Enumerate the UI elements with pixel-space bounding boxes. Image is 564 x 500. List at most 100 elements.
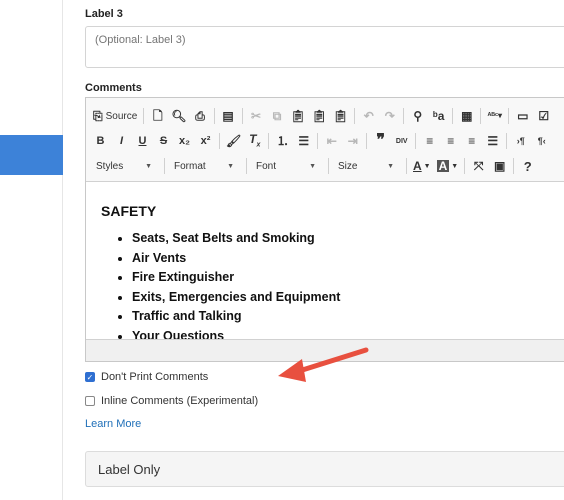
cut-button[interactable]: ✂: [246, 106, 267, 126]
bulleted-list-button[interactable]: ☰: [293, 131, 314, 151]
content-heading: SAFETY: [101, 203, 157, 219]
undo-icon: ↶: [363, 109, 374, 123]
remove-format-button[interactable]: Tx: [244, 131, 265, 151]
align-center-button[interactable]: ≡: [440, 131, 461, 151]
toolbar-row-3: Styles ▼ Format ▼ Font ▼ Size ▼ A ▼ A ▼ ⤧ ▣ ?: [90, 154, 538, 178]
ltr-button[interactable]: ›¶: [510, 131, 531, 151]
templates-icon: ▤: [222, 109, 234, 123]
strikethrough-button[interactable]: S: [153, 131, 174, 151]
new-page-button[interactable]: 🗋: [147, 106, 168, 126]
superscript-button[interactable]: x²: [195, 131, 216, 151]
redo-icon: ↷: [384, 109, 395, 123]
bold-button[interactable]: B: [90, 131, 111, 151]
inline-comments-label: Inline Comments (Experimental): [101, 395, 259, 407]
comments-title: Comments: [85, 82, 142, 94]
show-blocks-button[interactable]: ▣: [489, 156, 510, 176]
toolbar-separator: [219, 133, 220, 149]
size-dropdown[interactable]: Size ▼: [332, 156, 400, 176]
dont-print-checkbox[interactable]: ✓: [85, 372, 95, 382]
inline-comments-checkbox[interactable]: [85, 396, 95, 406]
maximize-button[interactable]: ⤧: [468, 156, 489, 176]
toolbar-separator: [246, 158, 247, 174]
outdent-button[interactable]: ⇤: [321, 131, 342, 151]
label-only-section[interactable]: Label Only: [85, 451, 564, 487]
align-center-icon: ≡: [447, 134, 455, 148]
toolbar-separator: [268, 133, 270, 149]
replace-button[interactable]: ᵇa: [428, 106, 449, 126]
subscript-button[interactable]: x₂: [174, 131, 195, 151]
quote-icon: ❞: [376, 132, 386, 149]
align-right-button[interactable]: ≡: [461, 131, 482, 151]
print-button[interactable]: ⎙: [190, 106, 211, 126]
source-button[interactable]: ⎘ Source: [90, 106, 140, 126]
preview-button[interactable]: 🔍︎: [168, 106, 189, 126]
sidebar-active-item[interactable]: [0, 135, 63, 175]
source-label: Source: [105, 110, 138, 122]
checkbox-icon: ☑: [538, 109, 550, 123]
align-left-button[interactable]: ≡: [419, 131, 440, 151]
spellcheck-icon: ᴬᴮᶜ▾: [487, 111, 503, 120]
undo-button[interactable]: ↶: [358, 106, 379, 126]
div-button[interactable]: DIV: [391, 131, 412, 151]
numbered-list-icon: ⒈: [276, 134, 289, 148]
editor-content[interactable]: SAFETY Seats, Seat Belts and Smoking Air…: [86, 183, 564, 339]
dont-print-label: Don't Print Comments: [101, 371, 209, 383]
font-label: Font: [256, 160, 277, 172]
redo-button[interactable]: ↷: [379, 106, 400, 126]
blockquote-button[interactable]: ❞: [370, 131, 391, 151]
toolbar-separator: [213, 108, 215, 124]
copy-icon: ⧉: [272, 109, 282, 123]
div-icon: DIV: [395, 137, 408, 145]
cut-icon: ✂: [251, 109, 262, 123]
list-item: Seats, Seat Belts and Smoking: [132, 229, 559, 249]
rich-text-editor: ⎘Source 🗋 🔍︎ ⎙ ▤ ✂ ⧉ 📋︎ 📋︎ 📋︎ ↶ ↷ ⚲ ᵇa: [85, 97, 564, 362]
copy-format-button[interactable]: 🖌︎: [223, 131, 244, 151]
label3-input[interactable]: [85, 26, 564, 68]
select-all-button[interactable]: ▦: [456, 106, 477, 126]
justify-button[interactable]: ☰: [482, 131, 503, 151]
bg-color-button[interactable]: A ▼: [434, 156, 462, 176]
text-color-button[interactable]: A ▼: [410, 156, 434, 176]
toolbar-separator: [366, 133, 368, 149]
list-item: Fire Extinguisher: [132, 268, 559, 288]
rtl-button[interactable]: ¶‹: [531, 131, 552, 151]
dont-print-comments-option[interactable]: ✓ Don't Print Comments: [85, 371, 208, 383]
paste-text-icon: 📋︎: [311, 109, 327, 123]
paste-text-button[interactable]: 📋︎: [309, 106, 330, 126]
learn-more-link[interactable]: Learn More: [85, 418, 141, 430]
paste-word-button[interactable]: 📋︎: [330, 106, 351, 126]
align-right-icon: ≡: [468, 134, 476, 148]
templates-button[interactable]: ▤: [218, 106, 239, 126]
numbered-list-button[interactable]: ⒈: [272, 131, 293, 151]
chevron-down-icon: ▼: [451, 162, 459, 170]
form-button[interactable]: ▭: [512, 106, 533, 126]
print-icon: ⎙: [195, 109, 205, 123]
underline-button[interactable]: U: [132, 131, 153, 151]
show-blocks-icon: ▣: [494, 159, 506, 173]
font-dropdown[interactable]: Font ▼: [250, 156, 322, 176]
checkbox-button[interactable]: ☑: [533, 106, 554, 126]
paste-button[interactable]: 📋︎: [288, 106, 309, 126]
toolbar-separator: [403, 108, 405, 124]
chevron-down-icon: ▼: [227, 162, 234, 170]
toolbar-separator: [513, 158, 515, 174]
spellcheck-button[interactable]: ᴬᴮᶜ▾: [484, 106, 505, 126]
outdent-icon: ⇤: [326, 134, 337, 148]
format-dropdown[interactable]: Format ▼: [168, 156, 240, 176]
replace-icon: ᵇa: [433, 109, 445, 123]
form-panel: Label 3 Comments ⎘Source 🗋 🔍︎ ⎙ ▤ ✂ ⧉ 📋︎…: [64, 0, 564, 500]
styles-dropdown[interactable]: Styles ▼: [90, 156, 158, 176]
find-button[interactable]: ⚲: [407, 106, 428, 126]
toolbar-separator: [452, 108, 454, 124]
format-label: Format: [174, 160, 206, 172]
inline-comments-option[interactable]: Inline Comments (Experimental): [85, 395, 258, 407]
content-list: Seats, Seat Belts and Smoking Air Vents …: [132, 229, 559, 339]
copy-button[interactable]: ⧉: [267, 106, 288, 126]
label-only-text: Label Only: [98, 461, 161, 477]
text-color-icon: A: [413, 159, 422, 173]
italic-button[interactable]: I: [111, 131, 132, 151]
toolbar-separator: [508, 108, 510, 124]
indent-button[interactable]: ⇥: [342, 131, 363, 151]
help-button[interactable]: ?: [517, 156, 538, 176]
label3-title: Label 3: [85, 8, 123, 20]
